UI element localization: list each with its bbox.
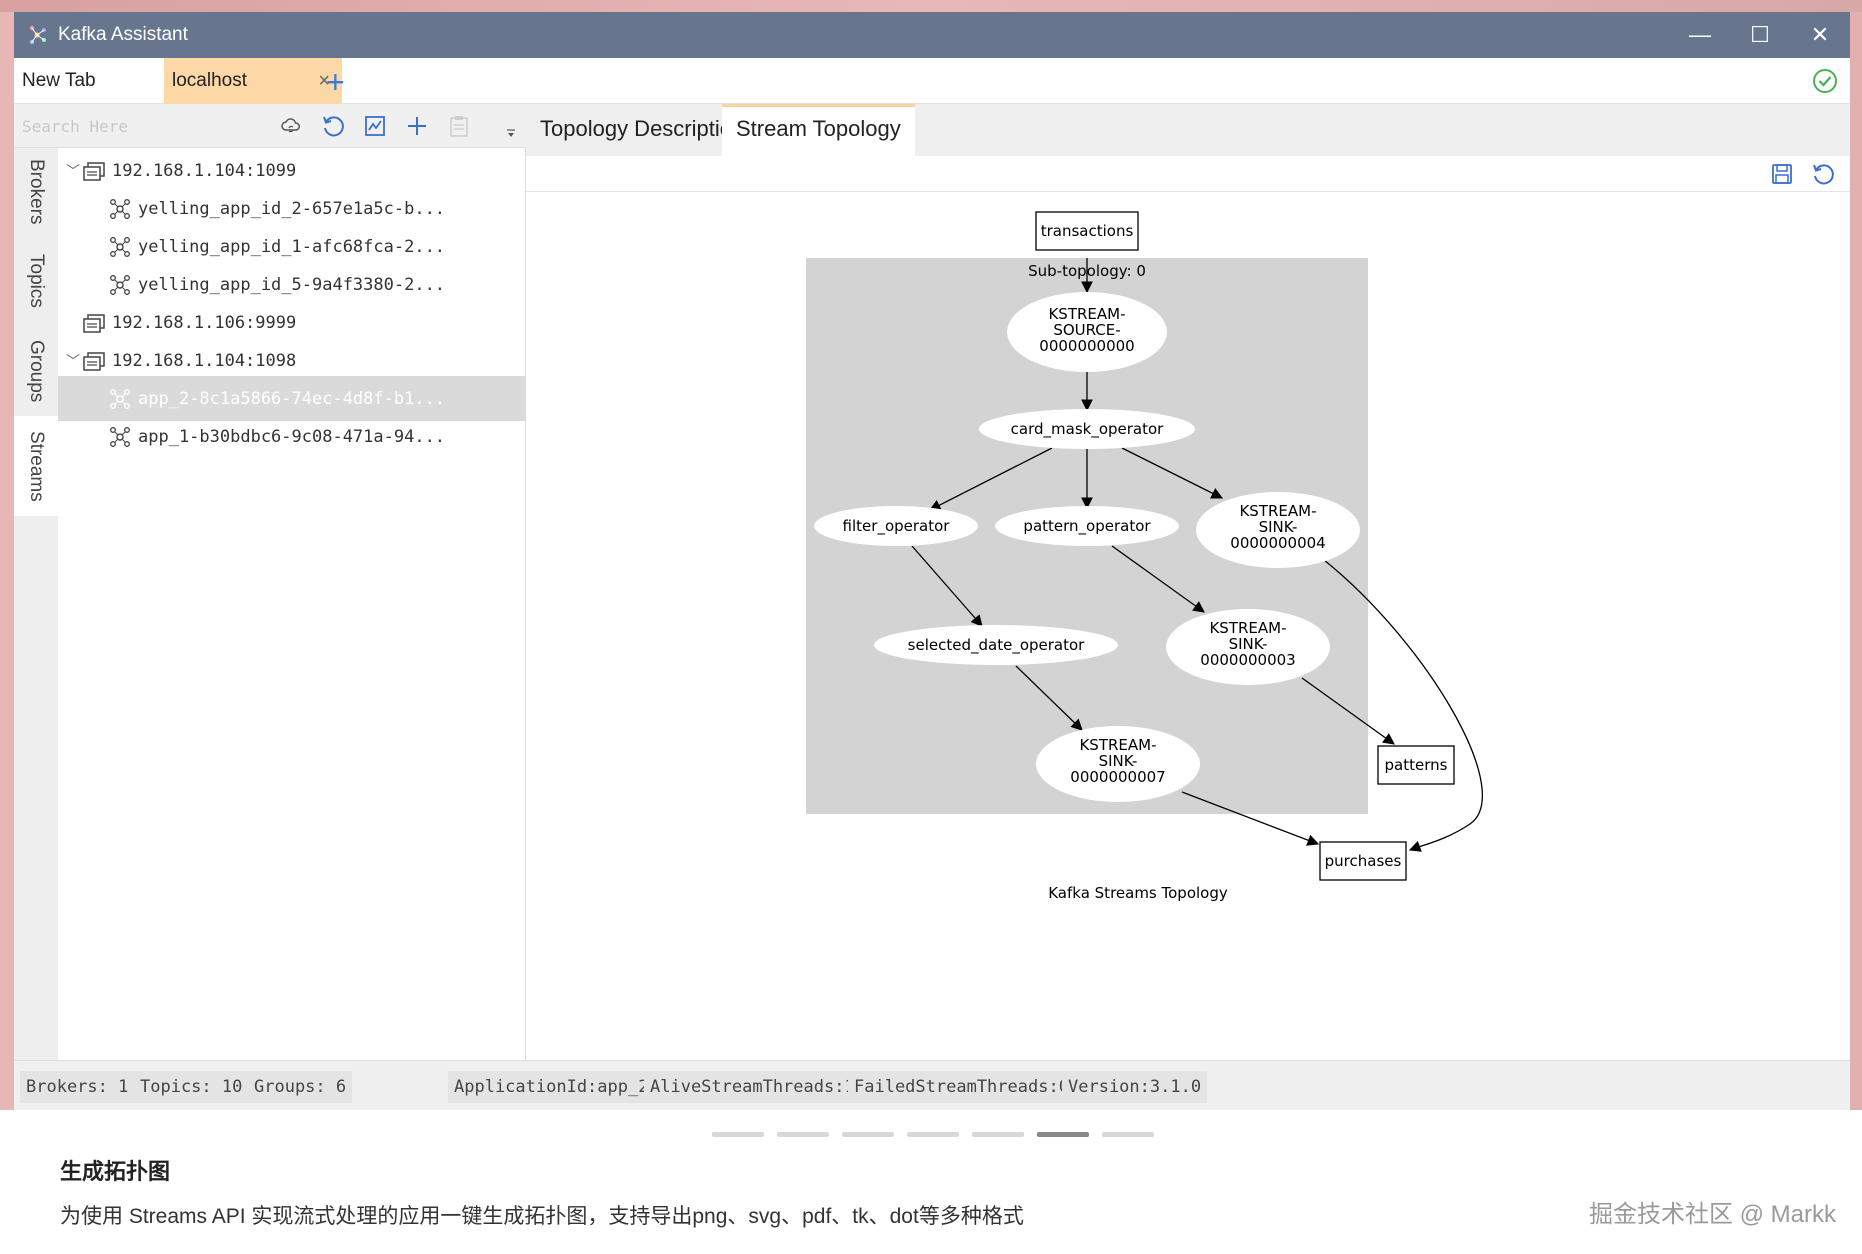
graph-title: Kafka Streams Topology xyxy=(1048,884,1228,902)
sidebar: Brokers Topics Groups Streams ﹀ 192.168.… xyxy=(14,104,526,1060)
check-circle-icon xyxy=(1813,69,1837,93)
tree-node-label: 192.168.1.104:1099 xyxy=(112,160,297,181)
cloud-sync-icon[interactable] xyxy=(276,111,306,141)
stream-node-icon xyxy=(106,425,134,449)
vertical-tab-strip: Brokers Topics Groups Streams xyxy=(14,148,58,1060)
node-label-line: 0000000007 xyxy=(1070,768,1165,786)
background-strip-left xyxy=(0,12,14,1110)
cluster-icon xyxy=(80,311,108,335)
vtab-label: Groups xyxy=(26,339,47,403)
node-label: selected_date_operator xyxy=(908,636,1085,655)
topic-label: transactions xyxy=(1041,222,1134,240)
chevron-down-icon[interactable]: ﹀ xyxy=(66,351,80,371)
tab-stream-topology[interactable]: Stream Topology xyxy=(722,104,915,156)
tab-label: localhost xyxy=(172,70,247,91)
tree-stream-row[interactable]: app_1-b30bdbc6-9c08-471a-94... xyxy=(58,414,525,459)
search-input[interactable] xyxy=(22,112,242,140)
tab-label: New Tab xyxy=(22,70,96,91)
caption-area: 生成拓扑图 为使用 Streams API 实现流式处理的应用一键生成拓扑图，支… xyxy=(0,1110,1862,1254)
cluster-icon xyxy=(80,349,108,373)
node-label: pattern_operator xyxy=(1023,517,1151,536)
clipboard-icon[interactable] xyxy=(444,111,474,141)
status-brokers: Brokers: 1 xyxy=(20,1071,135,1103)
tree-node-label: yelling_app_id_2-657e1a5c-b... xyxy=(138,198,446,219)
kafka-logo-icon xyxy=(29,25,46,45)
refresh-icon[interactable] xyxy=(318,111,348,141)
carousel-dot[interactable] xyxy=(972,1132,1024,1137)
vtab-groups[interactable]: Groups xyxy=(14,326,58,416)
carousel-dot[interactable] xyxy=(907,1132,959,1137)
save-icon[interactable] xyxy=(1770,162,1794,186)
carousel-dot-active[interactable] xyxy=(1037,1132,1089,1137)
stream-node-icon xyxy=(106,235,134,259)
tree-node-label: 192.168.1.106:9999 xyxy=(112,312,297,333)
add-tab-button[interactable]: + xyxy=(326,64,345,101)
status-groups: Groups: 6 xyxy=(248,1071,353,1103)
stream-node-icon xyxy=(106,197,134,221)
status-alive-threads: AliveStreamThreads:1 xyxy=(644,1071,861,1103)
stream-tree: ﹀ 192.168.1.104:1099 yelling_app_id_2-65… xyxy=(58,148,525,908)
topology-graph: Sub-topology: 0 transactions patterns pu… xyxy=(806,211,1483,902)
carousel-dot[interactable] xyxy=(842,1132,894,1137)
watermark: 掘金技术社区 @ Markk xyxy=(1588,1201,1836,1228)
node-label: filter_operator xyxy=(843,517,951,536)
carousel-dot[interactable] xyxy=(712,1132,764,1137)
vtab-label: Topics xyxy=(26,254,47,308)
tree-node-label: 192.168.1.104:1098 xyxy=(112,350,297,371)
topic-label: patterns xyxy=(1385,756,1448,774)
background-strip-top xyxy=(0,0,1862,12)
background-strip-right xyxy=(1850,12,1862,1110)
node-label-line: 0000000004 xyxy=(1230,534,1325,552)
status-bar: Brokers: 1 Topics: 10 Groups: 6 Applicat… xyxy=(14,1060,1850,1110)
connection-tab-bar: New Tab × localhost × + xyxy=(14,58,1850,104)
tree-node-label: yelling_app_id_5-9a4f3380-2... xyxy=(138,274,446,295)
status-failed-threads: FailedStreamThreads:0 xyxy=(848,1071,1075,1103)
tree-node-label: app_1-b30bdbc6-9c08-471a-94... xyxy=(138,426,446,447)
vtab-topics[interactable]: Topics xyxy=(14,236,58,326)
topic-label: purchases xyxy=(1325,852,1402,870)
vtab-label: Streams xyxy=(26,430,47,502)
tree-node-label: app_2-8c1a5866-74ec-4d8f-b1... xyxy=(138,388,446,409)
chevron-down-icon[interactable]: ﹀ xyxy=(66,161,80,181)
node-label-line: 0000000000 xyxy=(1039,337,1134,355)
status-application-id: ApplicationId:app_2 xyxy=(448,1071,655,1103)
vtab-streams[interactable]: Streams xyxy=(14,416,58,516)
chart-icon[interactable] xyxy=(360,111,390,141)
caption-body: 为使用 Streams API 实现流式处理的应用一键生成拓扑图，支持导出png… xyxy=(60,1205,1024,1228)
tab-localhost[interactable]: localhost × xyxy=(164,58,342,104)
node-label-line: 0000000003 xyxy=(1200,651,1295,669)
main-tab-bar: Topology Description Stream Topology xyxy=(526,104,1850,156)
carousel-dot[interactable] xyxy=(1102,1132,1154,1137)
status-topics: Topics: 10 xyxy=(134,1071,249,1103)
dropdown-arrow-icon[interactable] xyxy=(502,124,520,142)
app-window: Kafka Assistant — ☐ ✕ New Tab × localhos… xyxy=(14,12,1850,1110)
vtab-brokers[interactable]: Brokers xyxy=(14,148,58,236)
sidebar-toolbar xyxy=(14,104,526,148)
node-label: card_mask_operator xyxy=(1011,420,1165,439)
cluster-icon xyxy=(80,159,108,183)
minimize-button[interactable]: — xyxy=(1670,12,1730,58)
main-panel: Topology Description Stream Topology Sub… xyxy=(526,104,1850,1060)
window-title: Kafka Assistant xyxy=(58,24,188,45)
close-window-button[interactable]: ✕ xyxy=(1790,12,1850,58)
title-bar: Kafka Assistant — ☐ ✕ xyxy=(14,12,1850,58)
refresh-icon[interactable] xyxy=(1810,161,1836,187)
topology-toolbar xyxy=(526,156,1850,192)
caption-title: 生成拓扑图 xyxy=(60,1159,171,1184)
maximize-button[interactable]: ☐ xyxy=(1730,12,1790,58)
vtab-label: Brokers xyxy=(26,159,47,225)
add-icon[interactable] xyxy=(402,111,432,141)
status-version: Version:3.1.0 xyxy=(1062,1071,1208,1103)
stream-node-icon xyxy=(106,387,134,411)
tree-node-label: yelling_app_id_1-afc68fca-2... xyxy=(138,236,446,257)
carousel-dot[interactable] xyxy=(777,1132,829,1137)
stream-node-icon xyxy=(106,273,134,297)
